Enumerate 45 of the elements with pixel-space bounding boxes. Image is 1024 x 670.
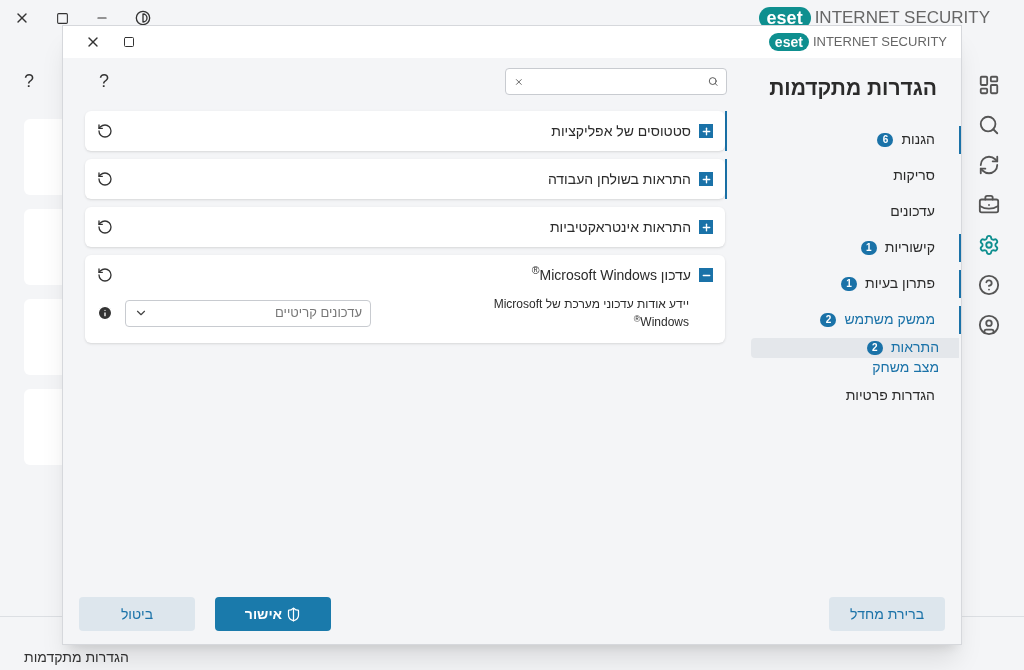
search-icon[interactable] (978, 114, 1000, 136)
plus-icon (700, 221, 712, 233)
count-badge: 2 (866, 340, 883, 355)
revert-icon[interactable] (97, 123, 113, 139)
help-button[interactable]: ? (85, 68, 109, 95)
brand-logo: eset (768, 33, 809, 51)
briefcase-icon[interactable] (978, 194, 1000, 216)
toggle-button[interactable] (699, 124, 713, 138)
plus-icon (700, 173, 712, 185)
toggle-button[interactable] (699, 220, 713, 234)
revert-icon[interactable] (97, 219, 113, 235)
info-icon[interactable] (97, 305, 113, 321)
help-icon[interactable] (978, 274, 1000, 296)
dashboard-icon[interactable] (978, 74, 1000, 96)
brand-name: INTERNET SECURITY (814, 7, 990, 30)
maximize-icon[interactable] (123, 36, 135, 48)
count-badge: 2 (820, 312, 837, 327)
maximize-icon[interactable] (56, 11, 69, 25)
revert-icon[interactable] (97, 267, 113, 283)
dialog-title: הגדרות מתקדמות (768, 75, 938, 101)
cancel-button[interactable]: ביטול (79, 597, 195, 631)
revert-icon[interactable] (97, 171, 113, 187)
section-title: התראות בשולחן העבודה (547, 169, 691, 189)
section-title: עדכון Microsoft Windows$^{®}$ (531, 264, 691, 285)
footer-link[interactable]: הגדרות מתקדמות (24, 647, 129, 668)
settings-icon[interactable] (978, 234, 1000, 256)
count-badge: 1 (860, 240, 877, 255)
count-badge: 6 (877, 132, 894, 147)
toggle-button[interactable] (699, 172, 713, 186)
count-badge: 1 (840, 276, 857, 291)
search-field[interactable] (505, 68, 727, 95)
brand-name: INTERNET SECURITY (812, 33, 947, 52)
refresh-icon[interactable] (978, 154, 1000, 176)
plus-icon (700, 125, 712, 137)
dropdown-field[interactable]: עדכונים קריטיים (125, 299, 371, 327)
contrast-icon[interactable] (135, 10, 151, 26)
toggle-button[interactable] (699, 268, 713, 282)
shield-icon (286, 606, 302, 622)
section-title: התראות אינטראקטיביות (549, 217, 691, 237)
default-button[interactable]: ברירת מחדל (829, 597, 945, 631)
search-icon (707, 74, 718, 89)
section-title: סטטוסים של אפליקציות (551, 121, 691, 141)
setting-label: יידע אודות עדכוני מערכת של Microsoft Windows$^{®}$ (493, 296, 690, 331)
ok-button[interactable]: אישור (215, 597, 331, 631)
user-icon[interactable] (978, 314, 1000, 336)
